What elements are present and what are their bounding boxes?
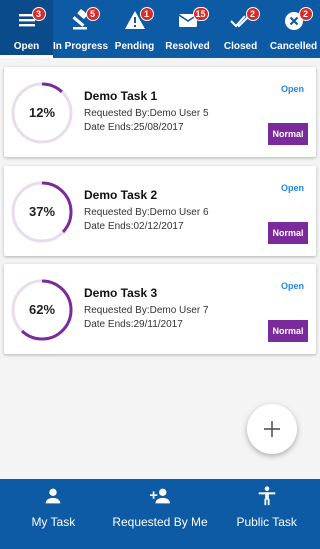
progress-percent: 12% [28, 105, 56, 120]
task-date-ends: Date Ends:29/11/2017 [84, 319, 183, 330]
badge-resolved-count: 15 [192, 7, 209, 21]
tab-resolved[interactable]: 15 Resolved [161, 0, 214, 58]
task-requested-by: Requested By:Demo User 7 [84, 305, 209, 316]
tab-label-closed: Closed [223, 41, 258, 52]
tab-label-cancelled: Cancelled [269, 41, 318, 52]
tab-label-pending: Pending [114, 41, 155, 52]
task-title: Demo Task 2 [84, 188, 158, 202]
tab-label-open: Open [13, 41, 40, 52]
task-date-ends: Date Ends:02/12/2017 [84, 221, 184, 232]
badge-open-count: 3 [31, 7, 46, 21]
tab-label-resolved: Resolved [165, 41, 210, 52]
task-card-3[interactable]: 62% Demo Task 3 Requested By:Demo User 7… [4, 264, 316, 354]
task-requested-by: Requested By:Demo User 5 [84, 108, 209, 119]
priority-badge: Normal [268, 320, 308, 342]
nav-my-task[interactable]: My Task [0, 479, 107, 549]
add-task-button[interactable] [247, 404, 297, 454]
nav-label-public-task: Public Task [236, 515, 297, 529]
badge-closed-count: 2 [245, 7, 260, 21]
task-requested-by: Requested By:Demo User 6 [84, 207, 209, 218]
progress-ring: 62% [10, 278, 74, 342]
task-date-ends: Date Ends:25/08/2017 [84, 122, 184, 133]
nav-label-requested-by-me: Requested By Me [112, 515, 208, 529]
person-add-icon [149, 485, 171, 507]
badge-in-progress-count: 5 [85, 7, 100, 21]
progress-ring: 37% [10, 180, 74, 244]
priority-badge: Normal [268, 222, 308, 244]
progress-percent: 37% [28, 204, 56, 219]
task-title: Demo Task 1 [84, 89, 158, 103]
badge-pending-count: 1 [139, 7, 154, 21]
accessibility-icon [256, 485, 278, 507]
task-card-2[interactable]: 37% Demo Task 2 Requested By:Demo User 6… [4, 166, 316, 256]
tab-label-in-progress: In Progress [53, 41, 109, 52]
status-label: Open [280, 281, 304, 291]
tab-pending[interactable]: 1 Pending [108, 0, 161, 58]
progress-ring: 12% [10, 81, 74, 145]
tab-in-progress[interactable]: 5 In Progress [53, 0, 108, 58]
priority-badge: Normal [268, 123, 308, 145]
status-tab-bar: 3 Open 5 In Progress 1 Pending 15 Resolv… [0, 0, 320, 58]
nav-requested-by-me[interactable]: Requested By Me [107, 479, 214, 549]
status-label: Open [280, 84, 304, 94]
progress-percent: 62% [28, 302, 56, 317]
tab-open[interactable]: 3 Open [0, 0, 53, 58]
task-card-1[interactable]: 12% Demo Task 1 Requested By:Demo User 5… [4, 67, 316, 157]
nav-label-my-task: My Task [31, 515, 76, 529]
tab-closed[interactable]: 2 Closed [214, 0, 267, 58]
task-title: Demo Task 3 [84, 286, 158, 300]
nav-public-task[interactable]: Public Task [213, 479, 320, 549]
status-label: Open [280, 183, 304, 193]
badge-cancelled-count: 2 [298, 7, 313, 21]
bottom-navigation: My Task Requested By Me Public Task [0, 479, 320, 549]
person-icon [42, 485, 64, 507]
tab-cancelled[interactable]: 2 Cancelled [267, 0, 320, 58]
plus-icon [263, 420, 281, 438]
